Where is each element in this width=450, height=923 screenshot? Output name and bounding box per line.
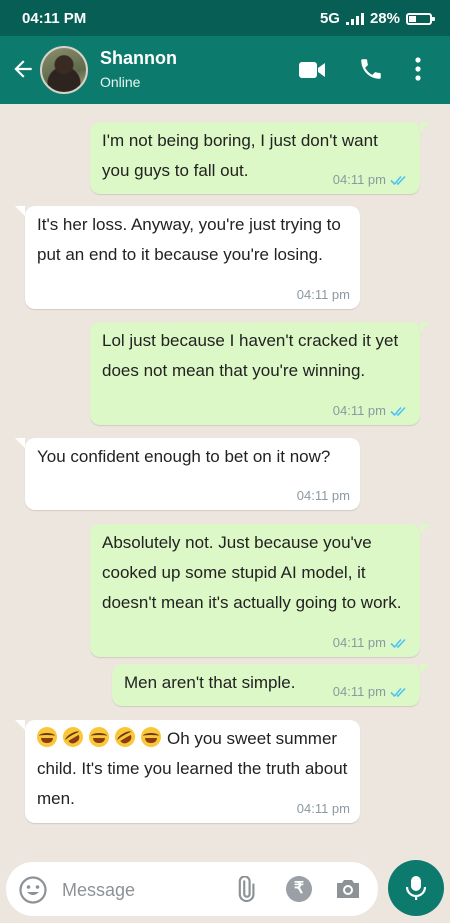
message-text: Men aren't that simple. [124, 673, 296, 692]
message-meta: 04:11 pm [333, 172, 410, 188]
mic-button[interactable] [388, 860, 444, 916]
message-outgoing[interactable]: I'm not being boring, I just don't want … [90, 122, 430, 194]
contact-name[interactable]: Shannon [100, 48, 177, 69]
battery-icon [406, 12, 435, 25]
message-text: It's her loss. Anyway, you're just tryin… [37, 215, 341, 264]
message-composer: ₹ [6, 862, 378, 916]
message-text: You confident enough to bet on it now? [37, 447, 331, 466]
message-outgoing[interactable]: Men aren't that simple. 04:11 pm [112, 664, 430, 706]
message-meta: 04:11 pm [297, 801, 350, 817]
message-meta: 04:11 pm [297, 488, 350, 504]
message-meta: 04:11 pm [333, 635, 410, 651]
phone-icon[interactable] [358, 56, 384, 82]
message-text: Lol just because I haven't cracked it ye… [102, 331, 399, 380]
double-check-icon [390, 406, 406, 417]
message-incoming[interactable]: Oh you sweet summer child. It's time you… [15, 720, 360, 823]
contact-status: Online [100, 74, 141, 90]
status-time: 04:11 PM [22, 10, 87, 27]
signal-icon [345, 12, 364, 25]
chat-header: Shannon Online [0, 36, 450, 104]
message-text: Oh you sweet summer child. It's time you… [37, 729, 348, 808]
rofl-emoji [111, 723, 139, 751]
mic-icon [405, 876, 427, 900]
double-check-icon [390, 175, 406, 186]
message-time: 04:11 pm [296, 488, 350, 503]
message-time: 04:11 pm [332, 684, 386, 699]
double-check-icon [390, 638, 406, 649]
message-time: 04:11 pm [296, 287, 350, 302]
video-icon[interactable] [298, 60, 326, 80]
joy-emoji [89, 727, 109, 747]
message-meta: 04:11 pm [333, 403, 410, 419]
joy-emoji [141, 727, 161, 747]
joy-emoji [37, 727, 57, 747]
message-time: 04:11 pm [296, 801, 350, 816]
paperclip-icon[interactable] [232, 876, 258, 902]
battery-percent: 28% [369, 10, 400, 27]
camera-icon[interactable] [334, 876, 362, 902]
status-indicators: 5G 28% [319, 10, 435, 27]
message-meta: 04:11 pm [297, 287, 350, 303]
rofl-emoji [59, 723, 87, 751]
double-check-icon [390, 687, 406, 698]
message-incoming[interactable]: It's her loss. Anyway, you're just tryin… [15, 206, 360, 309]
message-time: 04:11 pm [332, 635, 386, 650]
message-outgoing[interactable]: Lol just because I haven't cracked it ye… [90, 322, 430, 425]
rupee-icon[interactable]: ₹ [286, 876, 312, 902]
more-vert-icon[interactable] [414, 56, 422, 82]
message-incoming[interactable]: You confident enough to bet on it now? 0… [15, 438, 360, 510]
emoji-icon[interactable] [18, 875, 48, 905]
message-outgoing[interactable]: Absolutely not. Just because you've cook… [90, 524, 430, 657]
message-meta: 04:11 pm [333, 684, 410, 700]
arrow-left-icon[interactable] [10, 56, 36, 82]
message-time: 04:11 pm [332, 172, 386, 187]
message-time: 04:11 pm [332, 403, 386, 418]
avatar[interactable] [40, 46, 88, 94]
network-type: 5G [319, 10, 340, 27]
status-bar: 04:11 PM 5G 28% [0, 0, 450, 36]
message-input[interactable] [60, 876, 224, 904]
message-text: Absolutely not. Just because you've cook… [102, 533, 402, 612]
